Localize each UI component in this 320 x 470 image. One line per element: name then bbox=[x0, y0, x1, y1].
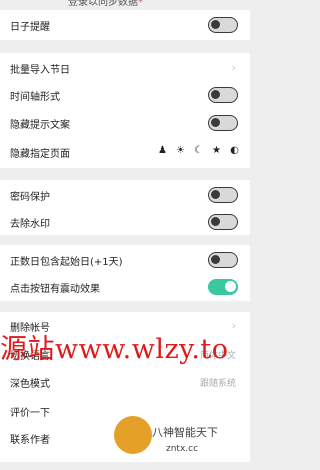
setting-daily-reminder[interactable]: 日子提醒 bbox=[0, 11, 250, 39]
contrast-icon[interactable]: ◐ bbox=[229, 145, 240, 157]
logo-line-1: 八神智能天下 bbox=[152, 426, 218, 439]
moon-icon[interactable]: ☾ bbox=[193, 145, 204, 157]
password-toggle[interactable] bbox=[208, 187, 238, 203]
hide-tips-toggle[interactable] bbox=[208, 115, 238, 131]
setting-label: 联系作者 bbox=[10, 435, 50, 446]
login-sync-text: 登录以同步数据 bbox=[68, 0, 138, 8]
toggle-knob bbox=[211, 90, 220, 99]
setting-label: 批量导入节日 bbox=[10, 65, 70, 76]
setting-label: 隐藏提示文案 bbox=[10, 120, 70, 131]
setting-label: 日子提醒 bbox=[10, 22, 50, 33]
vibrate-toggle[interactable] bbox=[208, 279, 238, 295]
countdown-start-toggle[interactable] bbox=[208, 252, 238, 268]
setting-timeline[interactable]: 时间轴形式 bbox=[0, 81, 250, 109]
required-mark: * bbox=[138, 0, 143, 8]
dark-mode-value: 跟随系统 bbox=[199, 379, 236, 389]
setting-hide-tips[interactable]: 隐藏提示文案 bbox=[0, 109, 250, 137]
toggle-knob bbox=[211, 118, 220, 127]
remove-watermark-toggle[interactable] bbox=[208, 214, 238, 230]
toggle-knob bbox=[225, 281, 236, 292]
settings-group-display: 批量导入节日 › 时间轴形式 隐藏提示文案 隐藏指定页面 ♟ ☀ ☾ ★ ◐ bbox=[0, 53, 250, 168]
toggle-knob bbox=[211, 217, 220, 226]
page-icons: ♟ ☀ ☾ ★ ◐ bbox=[157, 145, 240, 157]
setting-hide-pages: 隐藏指定页面 ♟ ☀ ☾ ★ ◐ bbox=[0, 138, 250, 166]
setting-countdown-start[interactable]: 正数日包含起始日(+1天) bbox=[0, 246, 250, 274]
login-sync-banner[interactable]: 登录以同步数据* bbox=[0, 0, 250, 8]
daily-reminder-toggle[interactable] bbox=[208, 17, 238, 33]
logo-emblem-icon bbox=[114, 416, 152, 454]
toggle-knob bbox=[211, 255, 220, 264]
setting-batch-import[interactable]: 批量导入节日 › bbox=[0, 54, 250, 82]
setting-label: 正数日包含起始日(+1天) bbox=[10, 257, 123, 268]
setting-vibrate[interactable]: 点击按钮有震动效果 bbox=[0, 273, 250, 301]
setting-password[interactable]: 密码保护 bbox=[0, 181, 250, 209]
setting-label: 去除水印 bbox=[10, 219, 50, 230]
settings-group-reminder: 日子提醒 bbox=[0, 10, 250, 40]
settings-group-security: 密码保护 去除水印 bbox=[0, 180, 250, 235]
setting-label: 深色模式 bbox=[10, 379, 50, 390]
star-icon[interactable]: ★ bbox=[211, 145, 222, 157]
logo-line-2: zntx.cc bbox=[166, 444, 199, 454]
settings-group-behavior: 正数日包含起始日(+1天) 点击按钮有震动效果 bbox=[0, 245, 250, 301]
toggle-knob bbox=[211, 190, 220, 199]
toggle-knob bbox=[211, 20, 220, 29]
setting-label: 评价一下 bbox=[10, 408, 50, 419]
overlay-watermark: 源站www.wlzy.to bbox=[0, 334, 229, 365]
setting-label: 时间轴形式 bbox=[10, 92, 60, 103]
setting-dark-mode[interactable]: 深色模式 跟随系统 bbox=[0, 368, 250, 396]
setting-label: 密码保护 bbox=[10, 192, 50, 203]
chevron-right-icon: › bbox=[231, 61, 236, 74]
sun-icon[interactable]: ☀ bbox=[175, 145, 186, 157]
timeline-toggle[interactable] bbox=[208, 87, 238, 103]
setting-remove-watermark[interactable]: 去除水印 bbox=[0, 208, 250, 236]
corner-logo: 八神智能天下 zntx.cc bbox=[106, 412, 250, 470]
setting-label: 点击按钮有震动效果 bbox=[10, 284, 100, 295]
setting-label: 隐藏指定页面 bbox=[10, 149, 70, 160]
person-icon[interactable]: ♟ bbox=[157, 145, 168, 157]
